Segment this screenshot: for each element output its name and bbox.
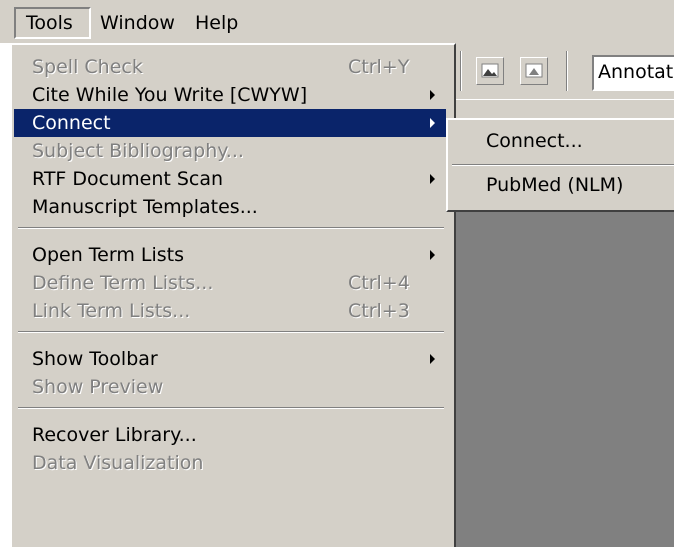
submenu-arrow-icon: [430, 174, 435, 184]
menu-separator: [18, 331, 444, 333]
menu-item-rtf-document-scan[interactable]: RTF Document Scan: [14, 165, 446, 193]
menu-item-cite-while-you-write[interactable]: Cite While You Write [CWYW]: [14, 81, 446, 109]
menu-separator: [18, 407, 444, 409]
menubar-window[interactable]: Window: [100, 7, 180, 39]
menu-item-label: Link Term Lists...: [32, 300, 191, 322]
menu-item-show-preview[interactable]: Show Preview: [14, 373, 446, 401]
submenu-arrow-icon: [430, 90, 435, 100]
menu-bar: Tools Window Help: [0, 0, 674, 43]
menu-item-data-visualization[interactable]: Data Visualization: [14, 449, 446, 477]
style-combo[interactable]: Annotat: [592, 55, 674, 91]
menu-item-open-term-lists[interactable]: Open Term Lists: [14, 241, 446, 269]
picture-icon: [481, 63, 499, 78]
menu-item-show-toolbar[interactable]: Show Toolbar: [14, 345, 446, 373]
toolbar-separator: [460, 51, 462, 91]
menubar-tools[interactable]: Tools: [14, 7, 91, 39]
menu-item-label: Open Term Lists: [32, 244, 184, 266]
menu-item-label: Data Visualization: [32, 452, 204, 474]
submenu-item-connect[interactable]: Connect...: [450, 126, 674, 156]
menu-item-manuscript-templates[interactable]: Manuscript Templates...: [14, 193, 446, 221]
menu-item-label: Connect: [32, 112, 111, 134]
menu-item-link-term-lists[interactable]: Link Term Lists... Ctrl+3: [14, 297, 446, 325]
submenu-item-pubmed[interactable]: PubMed (NLM): [450, 170, 674, 200]
menubar-help[interactable]: Help: [195, 7, 255, 39]
submenu-arrow-icon: [430, 250, 435, 260]
submenu-arrow-icon: [430, 118, 435, 128]
connect-submenu: Connect... PubMed (NLM): [446, 118, 674, 212]
menu-item-define-term-lists[interactable]: Define Term Lists... Ctrl+4: [14, 269, 446, 297]
toolbar-separator: [566, 51, 568, 91]
menu-item-label: Show Toolbar: [32, 348, 158, 370]
tools-menu: Spell Check Ctrl+Y Cite While You Write …: [10, 43, 456, 547]
submenu-arrow-icon: [430, 354, 435, 364]
menu-separator: [452, 164, 674, 166]
menu-item-label: Cite While You Write [CWYW]: [32, 84, 308, 106]
menu-item-subject-bibliography[interactable]: Subject Bibliography...: [14, 137, 446, 165]
menu-item-label: Show Preview: [32, 376, 164, 398]
insert-object-button[interactable]: [520, 57, 548, 85]
menu-item-spell-check[interactable]: Spell Check Ctrl+Y: [14, 53, 446, 81]
menu-separator: [18, 227, 444, 229]
menu-item-label: Define Term Lists...: [32, 272, 214, 294]
menu-item-shortcut: Ctrl+4: [348, 272, 410, 294]
menu-item-shortcut: Ctrl+Y: [348, 56, 410, 78]
menu-item-connect[interactable]: Connect: [14, 109, 446, 137]
menu-item-recover-library[interactable]: Recover Library...: [14, 421, 446, 449]
menu-item-label: Manuscript Templates...: [32, 196, 258, 218]
object-icon: [525, 63, 543, 78]
menu-item-shortcut: Ctrl+3: [348, 300, 410, 322]
menu-item-label: Spell Check: [32, 56, 143, 78]
menu-item-label: RTF Document Scan: [32, 168, 224, 190]
menu-item-label: Subject Bibliography...: [32, 140, 244, 162]
submenu-item-label: Connect...: [486, 130, 583, 152]
submenu-item-label: PubMed (NLM): [486, 174, 624, 196]
menu-item-label: Recover Library...: [32, 424, 197, 446]
insert-picture-button[interactable]: [476, 57, 504, 85]
